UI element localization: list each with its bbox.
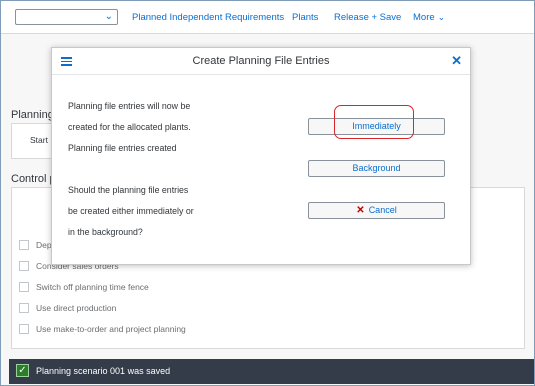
dialog-message-line: Planning file entries created	[68, 143, 177, 153]
dialog-message-line: Planning file entries will now be	[68, 101, 191, 111]
plants-link[interactable]: Plants	[292, 12, 318, 23]
start-label: Start	[30, 135, 48, 145]
checkbox-row[interactable]: Switch off planning time fence	[19, 281, 149, 293]
dialog-message-line: in the background?	[68, 227, 143, 237]
checkbox[interactable]	[19, 282, 29, 292]
checkmark-icon: ✓	[16, 364, 29, 377]
scenario-dropdown[interactable]: ⌄	[15, 9, 118, 25]
close-icon: ✕	[356, 205, 365, 216]
create-planning-file-entries-dialog: Create Planning File Entries ✕ Planning …	[51, 47, 471, 265]
highlight-annotation	[334, 105, 414, 139]
checkbox[interactable]	[19, 240, 29, 250]
checkbox[interactable]	[19, 303, 29, 313]
dialog-title: Create Planning File Entries	[192, 55, 330, 67]
checkbox-label: Dep	[36, 240, 52, 250]
dialog-message-line: created for the allocated plants.	[68, 122, 191, 132]
status-message: Planning scenario 001 was saved	[36, 366, 171, 376]
dialog-message-line: Should the planning file entries	[68, 185, 189, 195]
toolbar: ⌄ Planned Independent Requirements Plant…	[1, 1, 534, 34]
dialog-message-line: be created either immediately or	[68, 206, 194, 216]
checkbox-row[interactable]: Use direct production	[19, 302, 116, 314]
close-icon[interactable]: ✕	[451, 53, 462, 69]
checkbox-row[interactable]: Use make-to-order and project planning	[19, 323, 186, 335]
message-strip: ✓ Planning scenario 001 was saved	[9, 359, 534, 384]
cancel-label: Cancel	[368, 205, 397, 215]
release-save-link[interactable]: Release + Save	[334, 12, 401, 23]
checkbox-label: Switch off planning time fence	[36, 282, 149, 292]
more-label: More	[413, 12, 435, 23]
cancel-button[interactable]: ✕ Cancel	[308, 202, 445, 219]
planned-independent-requirements-link[interactable]: Planned Independent Requirements	[132, 12, 284, 23]
more-menu-button[interactable]: More ⌄	[413, 12, 445, 23]
chevron-down-icon: ⌄	[437, 12, 446, 22]
planning-section-heading: Planning	[11, 109, 54, 121]
checkbox[interactable]	[19, 261, 29, 271]
checkbox-label: Use direct production	[36, 303, 117, 313]
background-button[interactable]: Background	[308, 160, 445, 177]
planning-section-box: Start	[11, 123, 55, 159]
dialog-header: Create Planning File Entries ✕	[52, 48, 470, 75]
chevron-down-icon[interactable]: ⌄	[105, 11, 113, 22]
checkbox-label: Use make-to-order and project planning	[36, 324, 186, 334]
checkbox[interactable]	[19, 324, 29, 334]
control-section-heading: Control p	[11, 173, 56, 185]
app-window: ⌄ Planned Independent Requirements Plant…	[0, 0, 535, 386]
checkbox-row[interactable]: Dep	[19, 239, 52, 251]
